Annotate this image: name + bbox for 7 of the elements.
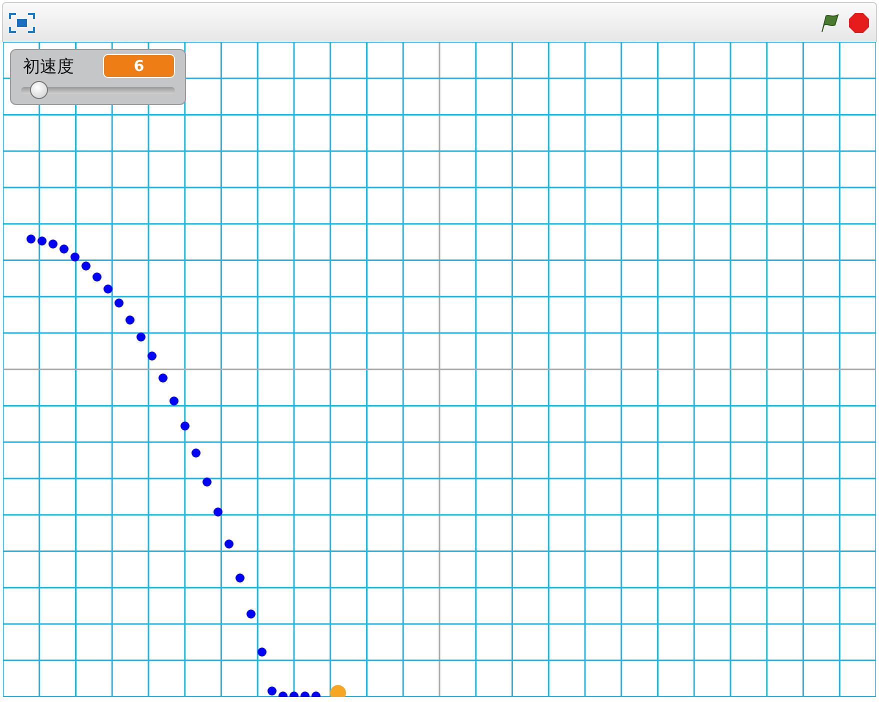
variable-label: 初速度 <box>22 56 74 78</box>
variable-value: 6 <box>103 54 175 78</box>
stop-button[interactable] <box>848 12 870 34</box>
slider[interactable] <box>21 81 175 99</box>
slider-thumb[interactable] <box>30 81 48 99</box>
ball-sprite <box>330 685 346 697</box>
fullscreen-button[interactable] <box>9 12 35 32</box>
